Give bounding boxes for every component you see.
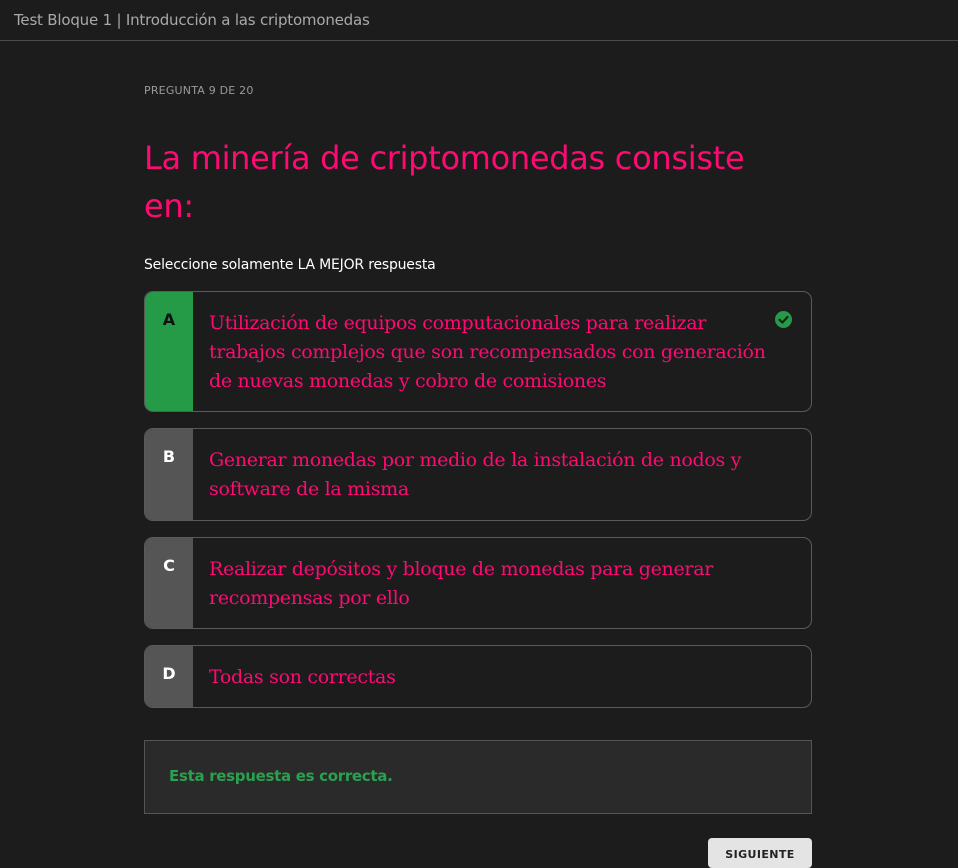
question-counter: PREGUNTA 9 DE 20 bbox=[144, 84, 254, 97]
next-button[interactable]: SIGUIENTE bbox=[708, 838, 812, 868]
title-bar: Test Bloque 1 | Introducción a las cript… bbox=[0, 0, 958, 41]
window-title: Test Bloque 1 | Introducción a las cript… bbox=[14, 11, 370, 29]
option-c[interactable]: C Realizar depósitos y bloque de monedas… bbox=[144, 537, 812, 629]
question-title: La minería de criptomonedas consiste en: bbox=[144, 139, 745, 225]
option-d[interactable]: D Todas son correctas bbox=[144, 645, 812, 708]
option-letter: C bbox=[145, 538, 193, 628]
option-text: Utilización de equipos computacionales p… bbox=[209, 312, 766, 392]
option-text: Realizar depósitos y bloque de monedas p… bbox=[209, 558, 714, 609]
feedback-box: Esta respuesta es correcta. bbox=[144, 740, 812, 814]
check-circle-icon bbox=[775, 311, 792, 328]
instruction-text: Seleccione solamente LA MEJOR respuesta bbox=[144, 257, 436, 273]
option-letter: D bbox=[145, 646, 193, 707]
feedback-message: Esta respuesta es correcta. bbox=[169, 767, 393, 785]
option-a[interactable]: A Utilización de equipos computacionales… bbox=[144, 291, 812, 412]
option-text: Todas son correctas bbox=[209, 666, 396, 688]
option-b[interactable]: B Generar monedas por medio de la instal… bbox=[144, 428, 812, 521]
option-letter: A bbox=[145, 292, 193, 411]
option-text: Generar monedas por medio de la instalac… bbox=[209, 449, 742, 500]
option-letter: B bbox=[145, 429, 193, 520]
